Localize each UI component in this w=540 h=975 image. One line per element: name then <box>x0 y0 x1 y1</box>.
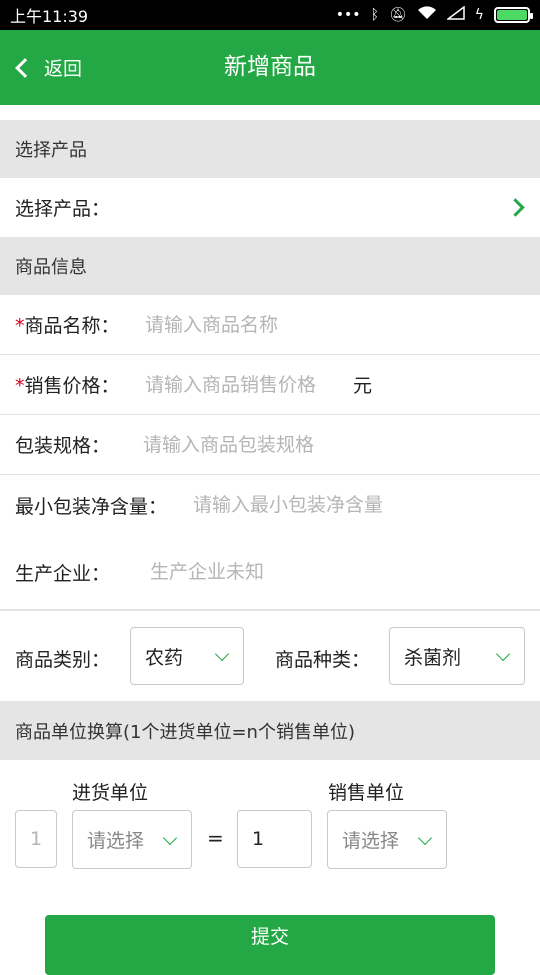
sales-unit-label: 销售单位 <box>328 782 405 804</box>
section-title: 商品单位换算(1个进货单位=n个销售单位) <box>15 721 355 743</box>
package-spec-input[interactable] <box>143 433 513 456</box>
sales-unit-value: 请选择 <box>342 830 400 852</box>
select-product-label: 选择产品： <box>15 198 111 220</box>
chevron-down-icon <box>495 646 511 662</box>
manufacturer-label: 生产企业： <box>15 562 111 585</box>
required-mark: * <box>15 315 25 337</box>
chevron-down-icon <box>162 830 178 845</box>
category-select[interactable]: 农药 <box>130 627 244 685</box>
charging-icon: ϟ <box>474 7 484 23</box>
label-text: 销售价格： <box>24 375 120 397</box>
purchase-qty-input[interactable]: 1 <box>15 810 57 868</box>
kind-select[interactable]: 杀菌剂 <box>389 627 525 685</box>
label-text: 商品名称： <box>24 315 120 337</box>
purchase-unit-select[interactable]: 请选择 <box>72 810 192 869</box>
kind-value: 杀菌剂 <box>404 646 462 669</box>
chevron-down-icon <box>214 646 230 662</box>
goods-name-label: *商品名称： <box>15 311 145 338</box>
category-value: 农药 <box>145 646 184 669</box>
signal-icon <box>445 5 465 24</box>
goods-name-row: *商品名称： <box>0 295 540 355</box>
sale-price-row: *销售价格： 元 <box>0 355 540 415</box>
sales-unit-select[interactable]: 请选择 <box>327 810 447 869</box>
category-label: 商品类别： <box>15 649 111 671</box>
app-bar: 新增商品 返回 <box>0 30 540 105</box>
status-icons: ••• ᛒ 🔕︎ ϟ <box>335 5 533 24</box>
required-mark: * <box>15 375 25 397</box>
section-title: 商品信息 <box>15 257 87 278</box>
status-time: 上午11:39 <box>10 7 89 26</box>
manufacturer-row: 生产企业： <box>0 535 540 611</box>
purchase-unit-value: 请选择 <box>87 830 145 852</box>
package-spec-label: 包装规格： <box>15 435 111 457</box>
purchase-unit-label: 进货单位 <box>72 782 149 804</box>
min-content-label: 最小包装净含量： <box>15 495 168 518</box>
status-bar: 上午11:39 ••• ᛒ 🔕︎ ϟ <box>0 0 540 30</box>
submit-button[interactable]: 提交 <box>45 915 495 975</box>
sales-qty-input[interactable]: 1 <box>237 810 312 868</box>
battery-icon <box>494 7 533 23</box>
sale-price-label: *销售价格： <box>15 371 145 398</box>
back-label: 返回 <box>44 58 83 80</box>
chevron-left-icon <box>15 57 35 78</box>
equals-sign: = <box>207 826 224 850</box>
sale-price-input[interactable] <box>145 373 353 396</box>
back-button[interactable]: 返回 <box>14 30 82 105</box>
mute-icon: 🔕︎ <box>388 7 407 23</box>
select-product-row[interactable]: 选择产品： <box>0 178 540 237</box>
wifi-icon <box>417 6 437 24</box>
package-spec-row: 包装规格： <box>0 415 540 475</box>
section-title: 选择产品 <box>15 140 87 161</box>
section-header-unit: 商品单位换算(1个进货单位=n个销售单位) <box>0 701 540 760</box>
chevron-right-icon[interactable] <box>506 198 525 217</box>
section-header-info: 商品信息 <box>0 237 540 295</box>
kind-label: 商品种类： <box>275 649 371 671</box>
min-content-row: 最小包装净含量： <box>0 475 540 535</box>
bluetooth-icon: ᛒ <box>370 7 379 23</box>
goods-name-input[interactable] <box>145 313 505 336</box>
min-content-input[interactable] <box>193 494 523 516</box>
price-unit: 元 <box>353 375 373 397</box>
chevron-down-icon <box>417 830 433 845</box>
dots-icon: ••• <box>335 7 361 23</box>
manufacturer-input[interactable] <box>150 561 510 583</box>
section-header-product: 选择产品 <box>0 120 540 178</box>
